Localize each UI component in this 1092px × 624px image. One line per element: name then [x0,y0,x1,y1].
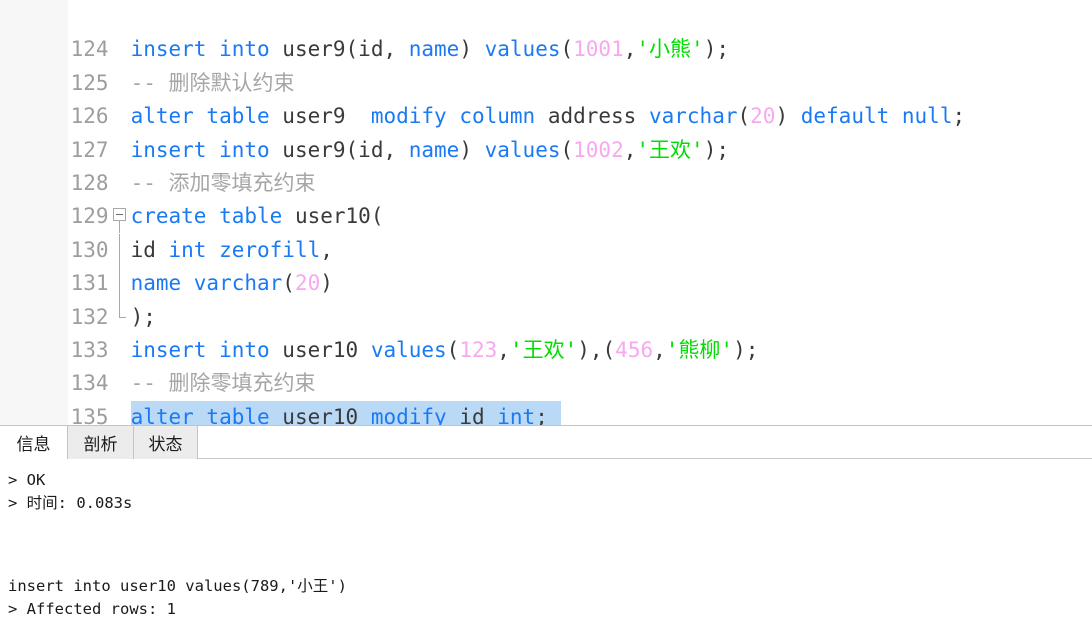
editor-line[interactable]: 127 insert into user9(id, name) values(10… [0,100,1092,162]
output-line-query: insert into user10 values(789,'小王') [8,577,347,595]
editor-line[interactable]: 130 id int zerofill, [0,200,1092,268]
editor-line[interactable]: 132); [0,267,1092,329]
editor-line-selected[interactable]: 135 alter table user10 modify id int; [0,367,1092,425]
editor-line[interactable]: 129 create table user10( [0,167,1092,234]
sql-editor[interactable]: 124 insert into user9(id, name) values(10… [0,0,1092,425]
editor-line-selected[interactable]: 136insert into user10 values(789,'小王'); [0,401,1092,425]
output-line: > OK [8,471,46,489]
tab-label: 剖析 [83,435,118,455]
editor-line[interactable]: 134 -- 删除零填充约束 [0,334,1092,395]
tab-label: 状态 [148,435,183,455]
output-block-gap [8,545,1092,575]
output-line: > 时间: 0.083s [8,494,133,512]
output-line: > Affected rows: 1 [8,600,176,618]
editor-line[interactable]: 128 -- 添加零填充约束 [0,134,1092,195]
output-log-panel[interactable]: > OK > 时间: 0.083s insert into user10 val… [0,459,1092,624]
result-panel-tabbar[interactable]: 信息 剖析 状态 [0,425,1092,459]
editor-line[interactable]: 126 alter table user9 modify column addre… [0,67,1092,128]
editor-line[interactable]: 124 insert into user9(id, name) values(10… [0,0,1092,61]
tab-info[interactable]: 信息 [0,426,68,459]
tab-status[interactable]: 状态 [134,426,198,459]
tab-profile[interactable]: 剖析 [68,426,134,459]
editor-line[interactable]: 131 name varchar(20) [0,234,1092,301]
output-block-gap [8,515,1092,545]
editor-line[interactable]: 133 insert into user10 values(123,'王欢'),(… [0,301,1092,362]
editor-line[interactable]: 125 -- 删除默认约束 [0,33,1092,95]
tabbar-filler [198,426,1092,459]
tab-label: 信息 [16,435,51,455]
